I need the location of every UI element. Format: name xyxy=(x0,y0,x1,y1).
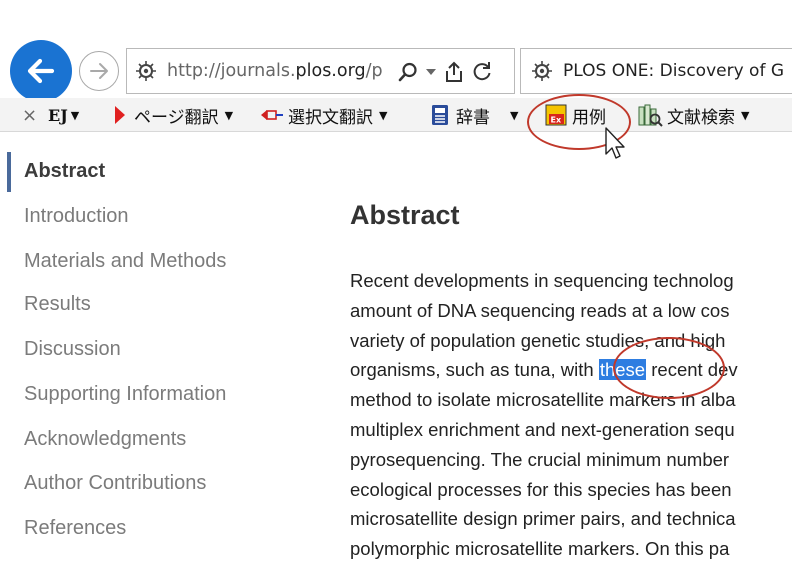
forward-button[interactable] xyxy=(79,51,119,91)
sidebar-item-materials-methods[interactable]: Materials and Methods xyxy=(24,250,226,273)
dictionary-label: 辞書 xyxy=(456,107,490,128)
tab-title: PLOS ONE: Discovery of G xyxy=(563,61,785,81)
section-heading: Abstract xyxy=(350,200,460,230)
dictionary-book-icon xyxy=(432,105,448,125)
url-domain: plos.org xyxy=(295,61,366,81)
url-suffix: /p xyxy=(365,61,383,81)
sidebar-item-references[interactable]: References xyxy=(24,517,126,540)
address-bar[interactable]: http://journals.plos.org/p xyxy=(126,48,515,94)
sidebar-item-discussion[interactable]: Discussion xyxy=(24,338,121,361)
paragraph-line: variety of population genetic studies, a… xyxy=(350,329,726,351)
chevron-down-icon: ▼ xyxy=(510,108,519,122)
page-translate-label: ページ翻訳 xyxy=(134,107,219,128)
selection-translate-label: 選択文翻訳 xyxy=(288,107,373,128)
literature-search-label: 文献検索 xyxy=(667,107,735,128)
line-text: organisms, such as tuna, with xyxy=(350,359,599,381)
selection-translate-icon xyxy=(261,110,283,120)
sidebar-item-acknowledgments[interactable]: Acknowledgments xyxy=(24,428,186,451)
toolbar-close-button[interactable]: × xyxy=(22,98,37,132)
browser-chrome: http://journals.plos.org/p PLOS ONE: Dis… xyxy=(0,0,792,132)
share-icon[interactable] xyxy=(443,60,465,84)
site-favicon-icon xyxy=(136,61,156,81)
paragraph-line: polymorphic microsatellite markers. On t… xyxy=(350,538,730,560)
paragraph-line: microsatellite design primer pairs, and … xyxy=(350,508,736,530)
chevron-down-icon: ▼ xyxy=(70,108,80,122)
url-text[interactable]: http://journals.plos.org/p xyxy=(167,61,387,81)
close-icon: × xyxy=(22,104,38,126)
active-section-indicator xyxy=(7,152,11,192)
paragraph-line: method to isolate microsatellite markers… xyxy=(350,389,736,411)
sidebar-item-results[interactable]: Results xyxy=(24,293,91,316)
sidebar-item-author-contributions[interactable]: Author Contributions xyxy=(24,472,206,495)
paragraph-line: Recent developments in sequencing techno… xyxy=(350,270,734,291)
selected-word-annotation-ring xyxy=(613,337,725,399)
red-arrow-icon xyxy=(115,106,125,124)
dictionary-button[interactable]: 辞書 ▼ xyxy=(430,98,518,132)
address-tools xyxy=(397,59,493,85)
paragraph-line: amount of DNA sequencing reads at a low … xyxy=(350,299,730,321)
chevron-down-icon: ▼ xyxy=(741,108,750,122)
chevron-down-icon: ▼ xyxy=(379,108,388,122)
search-dropdown-icon[interactable] xyxy=(425,67,437,77)
browser-tab[interactable]: PLOS ONE: Discovery of G xyxy=(520,48,792,94)
translation-toolbar: × EJ ▼ ページ翻訳 ▼ 選択文翻訳 ▼ 辞書 ▼ Ex 用例 文献検索 ▼ xyxy=(0,98,792,132)
search-icon[interactable] xyxy=(397,61,419,83)
paragraph-line: multiplex enrichment and next-generation… xyxy=(350,418,735,440)
selection-translate-button[interactable]: 選択文翻訳 ▼ xyxy=(260,98,387,132)
tab-favicon-icon xyxy=(532,61,552,81)
back-button[interactable] xyxy=(10,40,72,102)
sidebar-item-introduction[interactable]: Introduction xyxy=(24,205,129,228)
ej-label: EJ xyxy=(48,105,68,125)
ej-direction-button[interactable]: EJ ▼ xyxy=(48,98,79,132)
paragraph-line: ecological processes for this species ha… xyxy=(350,478,732,500)
paragraph-line: organisms, such as tuna, with these rece… xyxy=(350,355,792,385)
chevron-down-icon: ▼ xyxy=(224,108,234,122)
page-translate-button[interactable]: ページ翻訳 ▼ xyxy=(114,98,233,132)
url-prefix: http://journals. xyxy=(167,61,296,81)
paragraph-line: pyrosequencing. The crucial minimum numb… xyxy=(350,448,730,470)
arrow-left-icon xyxy=(27,58,55,84)
sidebar-item-abstract[interactable]: Abstract xyxy=(24,160,105,183)
refresh-icon[interactable] xyxy=(471,61,493,83)
literature-search-button[interactable]: 文献検索 ▼ xyxy=(636,98,749,132)
abstract-paragraph[interactable]: Recent developments in sequencing techno… xyxy=(350,266,792,564)
sidebar-item-supporting-information[interactable]: Supporting Information xyxy=(24,383,226,406)
arrow-right-icon xyxy=(90,63,108,79)
literature-search-icon xyxy=(638,104,663,127)
mouse-pointer-icon xyxy=(605,127,625,159)
